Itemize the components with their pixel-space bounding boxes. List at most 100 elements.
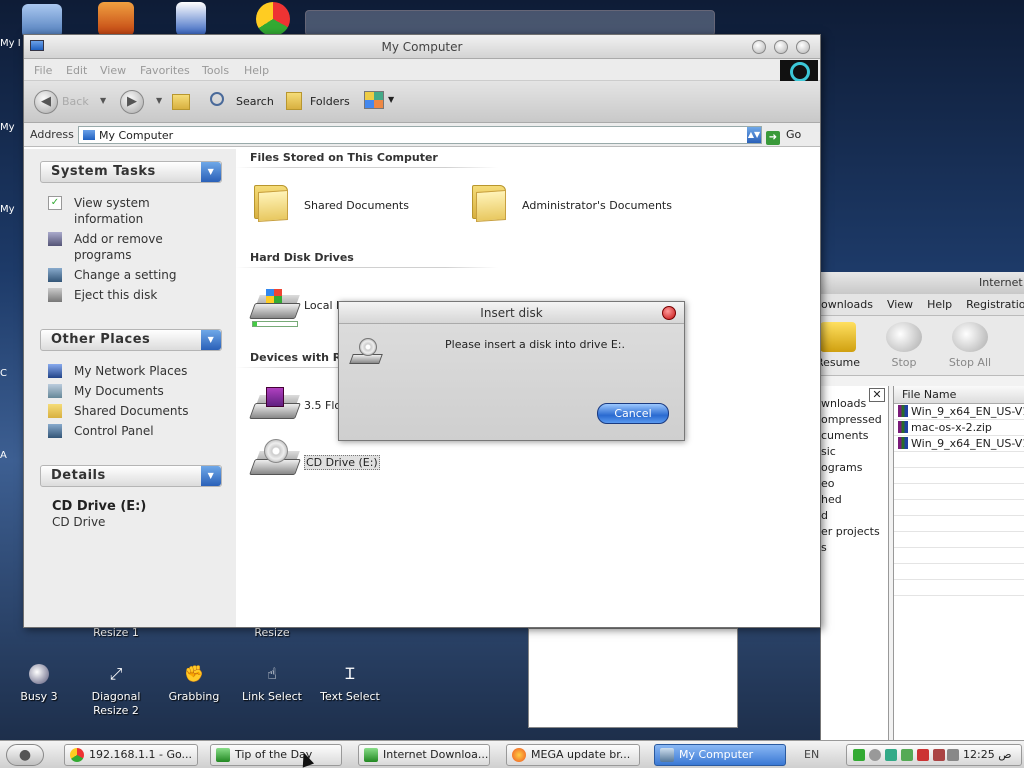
menu-help[interactable]: Help bbox=[244, 64, 269, 77]
desktop-chrome-icon[interactable] bbox=[256, 2, 290, 36]
idm-category[interactable]: cuments bbox=[821, 428, 888, 444]
admin-documents-folder-icon[interactable] bbox=[472, 181, 512, 223]
forward-dropdown-icon[interactable]: ▼ bbox=[156, 96, 162, 105]
forward-button[interactable]: ▶ bbox=[120, 90, 144, 114]
task-tip-of-the-day[interactable]: Tip of the Day bbox=[210, 744, 342, 766]
maximize-button[interactable] bbox=[774, 40, 788, 54]
close-button[interactable] bbox=[796, 40, 810, 54]
idm-category[interactable]: er projects bbox=[821, 524, 888, 540]
menu-file[interactable]: File bbox=[34, 64, 52, 77]
idm-file-name-header[interactable]: File Name bbox=[894, 386, 1024, 404]
idm-file-row[interactable]: Win_9_x64_EN_US-V1 bbox=[894, 436, 1024, 452]
idm-tray-icon[interactable] bbox=[853, 749, 865, 761]
menu-view[interactable]: View bbox=[100, 64, 126, 77]
shared-documents-folder-icon[interactable] bbox=[254, 181, 294, 223]
item-cd-drive[interactable]: CD Drive (E:) bbox=[304, 455, 380, 470]
task-label: Change a setting bbox=[74, 268, 177, 282]
item-shared-documents[interactable]: Shared Documents bbox=[304, 199, 409, 212]
idm-icon bbox=[364, 748, 378, 762]
idm-menu-registration[interactable]: Registration bbox=[966, 298, 1024, 311]
details-header[interactable]: Details ▼ bbox=[40, 465, 222, 487]
address-input[interactable]: My Computer ▲▼ bbox=[78, 126, 762, 144]
idm-category[interactable]: hed bbox=[821, 492, 888, 508]
idm-menu-downloads[interactable]: ownloads bbox=[821, 298, 873, 311]
idm-file-row[interactable]: mac-os-x-2.zip bbox=[894, 420, 1024, 436]
task-chrome-router[interactable]: 192.168.1.1 - Go... bbox=[64, 744, 198, 766]
floppy-drive-icon[interactable] bbox=[249, 385, 301, 419]
task-internet-download-manager[interactable]: Internet Downloa... bbox=[358, 744, 490, 766]
window-titlebar[interactable]: My Computer bbox=[24, 35, 820, 59]
address-value: My Computer bbox=[99, 129, 174, 142]
collapse-chevron-icon[interactable]: ▼ bbox=[201, 330, 221, 350]
documents-icon bbox=[48, 384, 62, 398]
search-button[interactable]: Search bbox=[210, 90, 274, 112]
desktop-app-icon[interactable] bbox=[98, 2, 134, 36]
views-button[interactable]: ▼ bbox=[364, 91, 396, 111]
dialog-message: Please insert a disk into drive E:. bbox=[445, 338, 625, 351]
group-divider bbox=[236, 167, 498, 168]
place-label: My Documents bbox=[74, 384, 164, 398]
idm-close-pane-button[interactable]: ✕ bbox=[869, 388, 885, 402]
system-tasks-header[interactable]: System Tasks ▼ bbox=[40, 161, 222, 183]
tray-icon[interactable] bbox=[885, 749, 897, 761]
cursor-label-resize: Resize bbox=[254, 626, 290, 639]
item-administrator-documents[interactable]: Administrator's Documents bbox=[522, 199, 672, 212]
back-dropdown-icon[interactable]: ▼ bbox=[100, 96, 106, 105]
go-button[interactable]: ➜ Go bbox=[766, 126, 812, 145]
my-computer-icon bbox=[83, 130, 95, 140]
up-folder-icon bbox=[172, 94, 190, 110]
tray-icon[interactable] bbox=[917, 749, 929, 761]
start-button[interactable]: ● bbox=[6, 744, 44, 766]
idm-category[interactable]: eo bbox=[821, 476, 888, 492]
idm-file-row[interactable]: Win_9_x64_EN_US-V1 bbox=[894, 404, 1024, 420]
idm-category[interactable]: ograms bbox=[821, 460, 888, 476]
cursor-sample-text-select[interactable]: Ɪ Text Select bbox=[315, 664, 385, 704]
desktop-folder-icon[interactable] bbox=[22, 4, 62, 38]
task-mega-update[interactable]: MEGA update br... bbox=[506, 744, 640, 766]
cancel-button[interactable]: Cancel bbox=[597, 403, 669, 424]
other-places-header[interactable]: Other Places ▼ bbox=[40, 329, 222, 351]
menu-edit[interactable]: Edit bbox=[66, 64, 87, 77]
idm-category[interactable]: s bbox=[821, 540, 888, 556]
go-arrow-icon: ➜ bbox=[766, 131, 780, 145]
cursor-sample-link-select[interactable]: ☝ Link Select bbox=[237, 664, 307, 704]
idm-category[interactable]: sic bbox=[821, 444, 888, 460]
stop-all-icon bbox=[952, 322, 988, 352]
tray-icon[interactable] bbox=[869, 749, 881, 761]
tray-icon[interactable] bbox=[901, 749, 913, 761]
idm-stop-button[interactable]: Stop bbox=[879, 322, 929, 369]
idm-stop-all-button[interactable]: Stop All bbox=[945, 322, 995, 369]
firefox-icon bbox=[512, 748, 526, 762]
cursor-sample-busy[interactable]: Busy 3 bbox=[4, 664, 74, 704]
idm-category[interactable]: ompressed bbox=[821, 412, 888, 428]
menu-favorites[interactable]: Favorites bbox=[140, 64, 190, 77]
desktop-shortcut-icon[interactable] bbox=[176, 2, 206, 36]
idm-window[interactable]: Internet D ownloadsViewHelpRegistration … bbox=[816, 272, 1024, 740]
tray-icon[interactable] bbox=[933, 749, 945, 761]
language-indicator[interactable]: EN bbox=[804, 748, 819, 761]
cursor-sample-grabbing[interactable]: ✊ Grabbing bbox=[159, 664, 229, 704]
dialog-title[interactable]: Insert disk bbox=[339, 302, 684, 324]
menu-tools[interactable]: Tools bbox=[202, 64, 229, 77]
up-folder-button[interactable] bbox=[172, 90, 194, 112]
idm-category[interactable]: d bbox=[821, 508, 888, 524]
task-my-computer[interactable]: My Computer bbox=[654, 744, 786, 766]
collapse-chevron-icon[interactable]: ▼ bbox=[201, 162, 221, 182]
collapse-chevron-icon[interactable]: ▼ bbox=[201, 466, 221, 486]
volume-icon[interactable] bbox=[947, 749, 959, 761]
group-files-stored: Files Stored on This Computer bbox=[250, 151, 438, 164]
back-button[interactable]: ◀ bbox=[34, 90, 58, 114]
cd-drive-icon[interactable] bbox=[249, 439, 301, 475]
minimize-button[interactable] bbox=[752, 40, 766, 54]
zip-archive-icon bbox=[898, 421, 908, 433]
local-disk-drive-icon[interactable] bbox=[249, 285, 301, 319]
idm-menu-view[interactable]: View bbox=[887, 298, 913, 311]
clock[interactable]: 12:25 ص bbox=[963, 748, 1012, 761]
task-label: MEGA update br... bbox=[531, 748, 631, 761]
dialog-close-button[interactable] bbox=[662, 306, 676, 320]
cursor-sample-diagonal-resize[interactable]: ⤢ Diagonal Resize 2 bbox=[81, 664, 151, 718]
idm-menu-help[interactable]: Help bbox=[927, 298, 952, 311]
address-dropdown-icon[interactable]: ▲▼ bbox=[747, 127, 761, 143]
folders-button[interactable]: Folders bbox=[286, 90, 352, 112]
text-select-icon: Ɪ bbox=[345, 664, 355, 683]
